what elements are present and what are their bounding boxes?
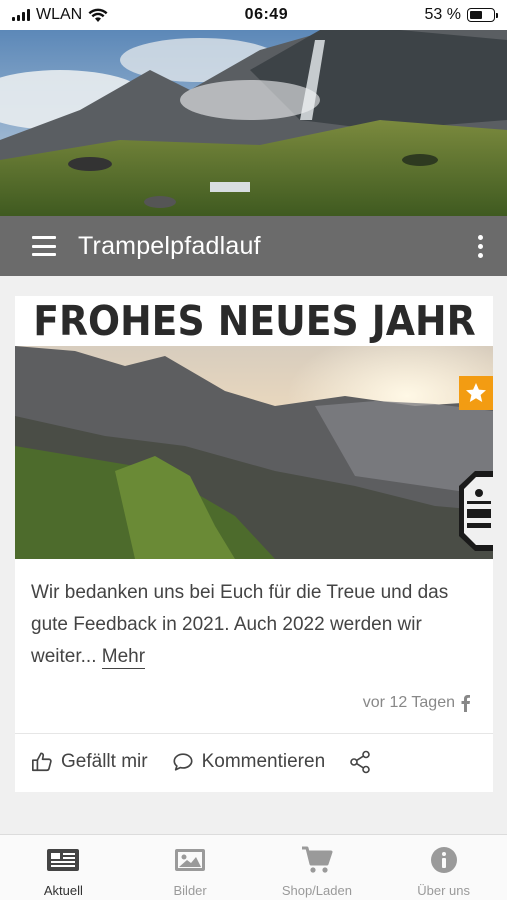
post-banner: FROHES NEUES JAHR [15,296,493,346]
tab-bilder[interactable]: Bilder [127,835,254,900]
carrier-label: WLAN [36,6,83,23]
share-icon [350,750,370,774]
status-bar: WLAN 06:49 53 % [0,0,507,30]
battery-icon [467,8,498,22]
tab-label: Bilder [173,883,207,898]
hamburger-icon[interactable] [32,236,56,256]
page-title: Trampelpfadlauf [78,231,261,260]
clock: 06:49 [244,6,289,23]
tab-label: Shop/Laden [281,883,352,898]
post-card: FROHES NEUES JAHR Wir bedanken uns bei E… [15,296,493,792]
facebook-icon[interactable] [459,694,471,712]
bottom-tab-bar: Aktuell Bilder Shop/Laden Über uns [0,834,507,900]
star-icon [459,376,493,410]
news-icon [47,849,80,871]
tab-aktuell[interactable]: Aktuell [0,835,127,900]
signal-icon [12,9,30,21]
cart-icon [301,846,333,873]
wifi-icon [88,8,108,22]
tab-label: Über uns [417,883,470,898]
image-icon [175,849,206,871]
banner-text: FROHES NEUES JAHR [32,297,476,345]
share-button[interactable] [349,750,371,774]
comment-button[interactable]: Kommentieren [172,751,326,773]
app-bar: Trampelpfadlauf [0,216,507,276]
header-landscape-image [0,30,507,216]
comment-label: Kommentieren [201,751,326,772]
battery-percent: 53 % [424,6,461,23]
post-text: Wir bedanken uns bei Euch für die Treue … [31,582,449,667]
status-right: 53 % [424,6,498,24]
tab-label: Aktuell [43,883,83,898]
tab-ueber-uns[interactable]: Über uns [380,835,507,900]
comment-icon [173,753,193,771]
info-icon [430,847,457,873]
battery-level [470,11,482,19]
status-left: WLAN [12,6,108,24]
like-button[interactable]: Gefällt mir [31,751,148,773]
thumbs-up-icon [32,752,52,772]
post-image[interactable]: FROHES NEUES JAHR [15,296,493,559]
tab-shop[interactable]: Shop/Laden [254,835,381,900]
like-label: Gefällt mir [61,751,148,772]
more-link[interactable]: Mehr [101,646,146,669]
post-timestamp: vor 12 Tagen [362,694,455,711]
post-actions: Gefällt mir Kommentieren [15,734,493,790]
post-text-block: Wir bedanken uns bei Euch für die Treue … [15,559,493,673]
trampelpfad-logo [459,471,493,551]
kebab-icon[interactable] [475,234,485,258]
post-meta: vor 12 Tagen [15,673,493,721]
